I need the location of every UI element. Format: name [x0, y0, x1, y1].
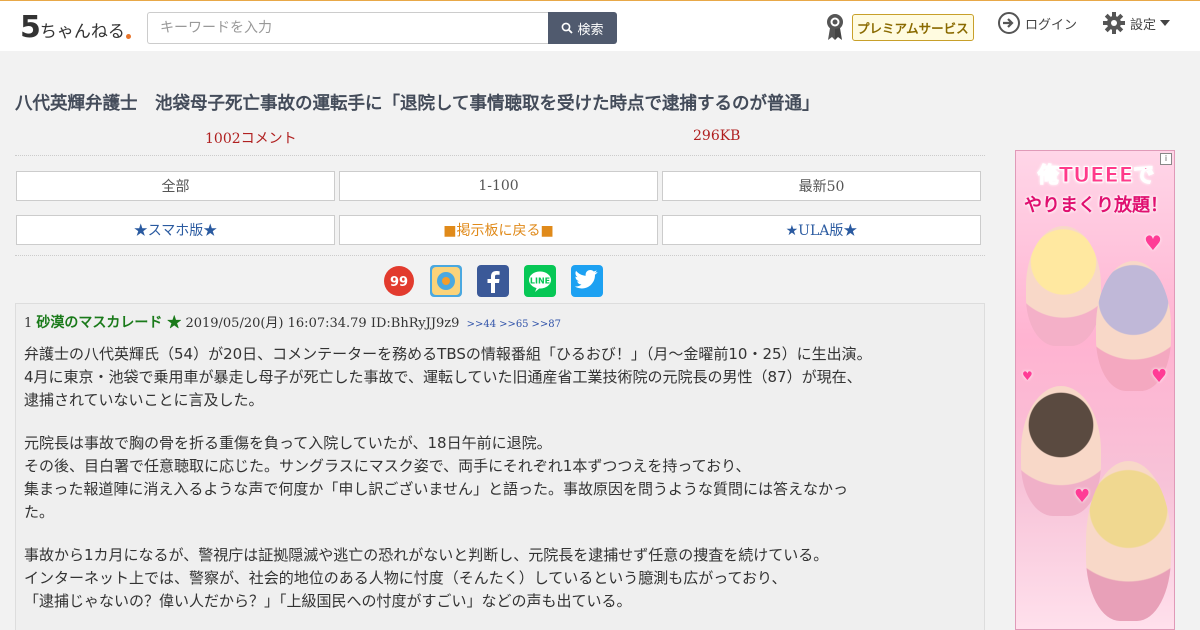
back-to-board-button[interactable]: ■掲示板に戻る■	[339, 215, 658, 245]
heart-icon: ♥	[1151, 366, 1168, 387]
login-link[interactable]: ログイン	[997, 11, 1077, 35]
search-button[interactable]: 検索	[548, 12, 617, 44]
gear-icon	[1103, 12, 1125, 34]
reply-link[interactable]: >>65	[499, 319, 528, 330]
settings-menu[interactable]: 設定	[1102, 11, 1171, 35]
heart-icon: ♥	[1144, 231, 1162, 255]
post: 1 砂漠のマスカレード ★ 2019/05/20(月) 16:07:34.79 …	[15, 303, 985, 630]
sidebar-ad[interactable]: i 俺TUEEEで やりまくり放題！ ♥ ♥ ♥ ♥	[1015, 150, 1175, 630]
svg-text:LINE: LINE	[530, 277, 550, 286]
share-bar: 99 LINE	[383, 265, 603, 297]
ula-version-button[interactable]: ★ULA版★	[662, 215, 981, 245]
smartphone-version-button[interactable]: ★スマホ版★	[16, 215, 335, 245]
thread-meta: 1002コメント 296KB	[15, 126, 985, 156]
ad-line-2: やりまくり放題！	[1024, 195, 1168, 216]
premium-service[interactable]: プレミアムサービス	[824, 12, 974, 42]
search-input[interactable]	[147, 12, 549, 44]
post-line: 事故から1カ月になるが、警視庁は証拠隠滅や逃亡の恐れがないと判断し、元院長を逮捕…	[24, 546, 829, 564]
post-paragraph: 弁護士の八代英輝氏（54）が20日、コメンテーターを務めるTBSの情報番組「ひる…	[24, 343, 976, 412]
comment-count: 1002コメント	[205, 131, 297, 147]
post-line: 集まった報道陣に消え入るような声で何度か「申し訳ございません」と語った。事故原因…	[24, 480, 848, 498]
post-line: 4月に東京・池袋で乗用車が暴走し母子が死亡した事故で、運転していた旧通産省工業技…	[24, 368, 862, 386]
bookmark-icon[interactable]	[430, 265, 462, 297]
thread-size: 296KB	[693, 128, 741, 144]
medal-icon	[827, 14, 843, 40]
twitter-icon[interactable]	[571, 265, 603, 297]
site-logo[interactable]: 5 ちゃんねる	[20, 9, 131, 43]
ad-character	[1086, 461, 1171, 621]
post-date: 2019/05/20(月) 16:07:34.79	[185, 316, 367, 331]
post-line: 逮捕されていないことに言及した。	[24, 391, 264, 409]
line-icon[interactable]: LINE	[524, 265, 556, 297]
post-line: その後、目白署で任意聴取に応じた。サングラスにマスク姿で、両手にそれぞれ1本ずつ…	[24, 457, 751, 475]
divider	[15, 255, 985, 256]
reply-link[interactable]: >>44	[467, 319, 496, 330]
all-posts-button[interactable]: 全部	[16, 171, 335, 201]
post-line: 弁護士の八代英輝氏（54）が20日、コメンテーターを務めるTBSの情報番組「ひる…	[24, 345, 872, 363]
post-paragraph: 事故から1カ月になるが、警視庁は証拠隠滅や逃亡の恐れがないと判断し、元院長を逮捕…	[24, 544, 976, 613]
logo-dot	[125, 34, 131, 39]
post-line: インターネット上では、警察が、社会的地位のある人物に忖度（そんたく）しているとい…	[24, 569, 787, 587]
post-line: 元院長は事故で胸の骨を折る重傷を負って入院していたが、18日午前に退院。	[24, 434, 552, 452]
post-paragraph: 元院長は事故で胸の骨を折る重傷を負って入院していたが、18日午前に退院。 その後…	[24, 432, 976, 524]
ad-headline: 俺TUEEEで やりまくり放題！	[1016, 159, 1174, 217]
post-number: 1	[24, 316, 33, 331]
login-label: ログイン	[1025, 17, 1078, 33]
heart-icon: ♥	[1022, 369, 1033, 383]
post-line: た。	[24, 503, 55, 521]
latest-50-button[interactable]: 最新50	[662, 171, 981, 201]
post-author: 砂漠のマスカレード ★	[36, 315, 182, 331]
settings-label: 設定	[1130, 17, 1157, 33]
ad-character	[1026, 226, 1101, 346]
search-button-label: 検索	[577, 22, 604, 38]
range-button[interactable]: 1-100	[339, 171, 658, 201]
svg-text:99: 99	[390, 275, 408, 290]
nav-row-links: ★スマホ版★ ■掲示板に戻る■ ★ULA版★	[16, 215, 981, 245]
search-icon	[562, 22, 574, 34]
top-bar: 5 ちゃんねる 検索 プレミアムサービス ログイン 設定	[0, 0, 1200, 51]
post-id[interactable]: ID:BhRyJJ9z9	[371, 316, 460, 331]
reply-link[interactable]: >>87	[532, 319, 561, 330]
heart-icon: ♥	[1074, 486, 1091, 507]
post-body: 弁護士の八代英輝氏（54）が20日、コメンテーターを務めるTBSの情報番組「ひる…	[24, 343, 976, 613]
thread-title: 八代英輝弁護士 池袋母子死亡事故の運転手に「退院して事情聴取を受けた時点で逮捕す…	[15, 94, 820, 114]
caret-down-icon	[1160, 20, 1171, 26]
ad-line-1: 俺TUEEEで	[1037, 163, 1155, 188]
login-icon	[998, 12, 1020, 34]
premium-button[interactable]: プレミアムサービス	[852, 13, 974, 41]
post-line: 「逮捕じゃないの？偉い人だから？」「上級国民への忖度がすごい」などの声も出ている…	[24, 592, 632, 610]
logo-text: ちゃんねる	[39, 22, 125, 42]
facebook-icon[interactable]	[477, 265, 509, 297]
99-icon[interactable]: 99	[383, 265, 415, 297]
logo-five: 5	[20, 10, 41, 45]
post-header: 1 砂漠のマスカレード ★ 2019/05/20(月) 16:07:34.79 …	[24, 312, 976, 332]
nav-row-range: 全部 1-100 最新50	[16, 171, 981, 201]
